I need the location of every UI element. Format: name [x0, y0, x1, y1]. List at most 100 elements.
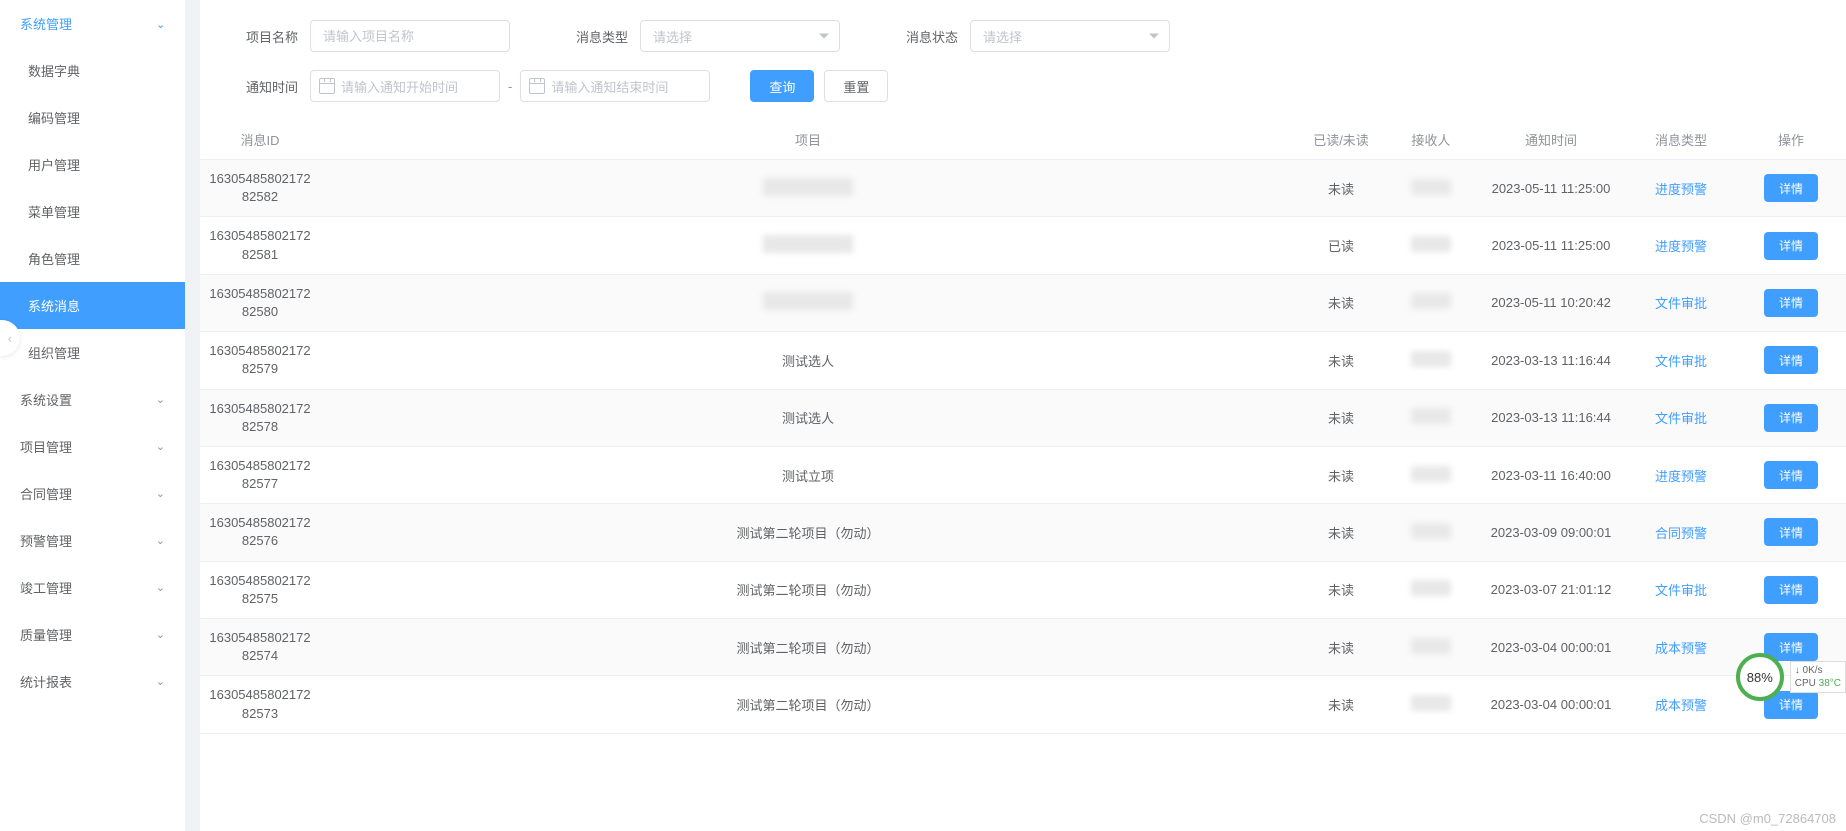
cell-id: 1630548580217282574 [200, 619, 320, 676]
redacted-content [1411, 638, 1451, 654]
table-row: 1630548580217282576测试第二轮项目（勿动）未读2023-03-… [200, 504, 1846, 561]
reset-button[interactable]: 重置 [824, 70, 888, 102]
cell-op: 详情 [1736, 619, 1846, 676]
sidebar-group-system[interactable]: 系统管理 ⌃ [0, 0, 185, 47]
sidebar-group-label: 系统设置 [20, 390, 72, 409]
cell-op: 详情 [1736, 676, 1846, 733]
chevron-down-icon: ⌄ [156, 393, 165, 406]
message-type-link[interactable]: 文件审批 [1655, 296, 1707, 311]
message-type-link[interactable]: 合同预警 [1655, 526, 1707, 541]
message-type-link[interactable]: 文件审批 [1655, 354, 1707, 369]
watermark: CSDN @m0_72864708 [1699, 811, 1836, 826]
message-type-link[interactable]: 进度预警 [1655, 469, 1707, 484]
cell-receiver [1386, 389, 1476, 446]
cell-receiver [1386, 561, 1476, 618]
message-type-link[interactable]: 成本预警 [1655, 698, 1707, 713]
sidebar-item[interactable]: 编码管理 [0, 94, 185, 141]
sidebar-item[interactable]: 用户管理 [0, 141, 185, 188]
sidebar-group[interactable]: 项目管理⌄ [0, 423, 185, 470]
redacted-content [1411, 351, 1451, 367]
chevron-down-icon: ⌄ [156, 487, 165, 500]
cell-time: 2023-03-09 09:00:01 [1476, 504, 1626, 561]
label-type: 消息类型 [550, 27, 640, 46]
sidebar-item-label: 角色管理 [28, 249, 80, 268]
message-type-link[interactable]: 文件审批 [1655, 411, 1707, 426]
cell-type: 文件审批 [1626, 389, 1736, 446]
cell-time: 2023-05-11 11:25:00 [1476, 160, 1626, 217]
cell-type: 进度预警 [1626, 160, 1736, 217]
chevron-down-icon: ⌄ [156, 675, 165, 688]
redacted-content [1411, 466, 1451, 482]
message-status-select[interactable]: 请选择 [970, 20, 1170, 52]
table-row: 1630548580217282579测试选人未读2023-03-13 11:1… [200, 332, 1846, 389]
cell-type: 进度预警 [1626, 446, 1736, 503]
detail-button[interactable]: 详情 [1764, 518, 1818, 546]
query-button[interactable]: 查询 [750, 70, 814, 102]
sidebar-item[interactable]: 系统消息 [0, 282, 185, 329]
cell-project: 测试第二轮项目（勿动） [320, 619, 1296, 676]
detail-button[interactable]: 详情 [1764, 691, 1818, 719]
sidebar-item[interactable]: 菜单管理 [0, 188, 185, 235]
select-placeholder: 请选择 [653, 27, 692, 46]
cell-op: 详情 [1736, 389, 1846, 446]
cell-read-status: 已读 [1296, 217, 1386, 274]
cell-time: 2023-03-13 11:16:44 [1476, 389, 1626, 446]
cell-receiver [1386, 274, 1476, 331]
detail-button[interactable]: 详情 [1764, 404, 1818, 432]
label-project: 项目名称 [220, 27, 310, 46]
sidebar-item[interactable]: 角色管理 [0, 235, 185, 282]
sidebar-group[interactable]: 系统设置 ⌄ [0, 376, 185, 423]
sidebar-item[interactable]: 组织管理 [0, 329, 185, 376]
message-type-link[interactable]: 进度预警 [1655, 239, 1707, 254]
cell-read-status: 未读 [1296, 160, 1386, 217]
sidebar-group[interactable]: 竣工管理 ⌄ [0, 564, 185, 611]
date-placeholder: 请输入通知结束时间 [551, 77, 668, 96]
cell-op: 详情 [1736, 504, 1846, 561]
cell-id: 1630548580217282579 [200, 332, 320, 389]
detail-button[interactable]: 详情 [1764, 174, 1818, 202]
redacted-content [763, 235, 853, 253]
message-type-link[interactable]: 成本预警 [1655, 641, 1707, 656]
cell-receiver [1386, 332, 1476, 389]
cell-id: 1630548580217282577 [200, 446, 320, 503]
message-type-select[interactable]: 请选择 [640, 20, 840, 52]
message-type-link[interactable]: 文件审批 [1655, 583, 1707, 598]
cell-project: 测试选人 [320, 389, 1296, 446]
cell-op: 详情 [1736, 274, 1846, 331]
cell-receiver [1386, 446, 1476, 503]
detail-button[interactable]: 详情 [1764, 232, 1818, 260]
detail-button[interactable]: 详情 [1764, 346, 1818, 374]
table-row: 1630548580217282580未读2023-05-11 10:20:42… [200, 274, 1846, 331]
date-separator: - [508, 79, 512, 94]
cell-op: 详情 [1736, 561, 1846, 618]
detail-button[interactable]: 详情 [1764, 461, 1818, 489]
detail-button[interactable]: 详情 [1764, 289, 1818, 317]
notify-start-date-input[interactable]: 请输入通知开始时间 [310, 70, 500, 102]
cell-op: 详情 [1736, 160, 1846, 217]
sidebar-group-label: 竣工管理 [20, 578, 72, 597]
table-row: 1630548580217282574测试第二轮项目（勿动）未读2023-03-… [200, 619, 1846, 676]
sidebar-group[interactable]: 合同管理 ⌄ [0, 470, 185, 517]
message-type-link[interactable]: 进度预警 [1655, 182, 1707, 197]
detail-button[interactable]: 详情 [1764, 633, 1818, 661]
sidebar-item[interactable]: 数据字典 [0, 47, 185, 94]
sidebar-item-label: 编码管理 [28, 108, 80, 127]
cell-op: 详情 [1736, 332, 1846, 389]
cell-project [320, 160, 1296, 217]
cell-read-status: 未读 [1296, 389, 1386, 446]
col-header-id: 消息ID [200, 120, 320, 160]
cell-type: 文件审批 [1626, 274, 1736, 331]
sidebar-group[interactable]: 预警管理⌄ [0, 517, 185, 564]
cell-id: 1630548580217282573 [200, 676, 320, 733]
select-placeholder: 请选择 [983, 27, 1022, 46]
cell-read-status: 未读 [1296, 676, 1386, 733]
notify-end-date-input[interactable]: 请输入通知结束时间 [520, 70, 710, 102]
chevron-down-icon: ⌄ [156, 440, 165, 453]
project-name-input[interactable] [310, 20, 510, 52]
sidebar-group-label: 合同管理 [20, 484, 72, 503]
chevron-down-icon: ⌄ [156, 581, 165, 594]
detail-button[interactable]: 详情 [1764, 576, 1818, 604]
sidebar-group[interactable]: 质量管理⌄ [0, 611, 185, 658]
sidebar-group[interactable]: 统计报表⌄ [0, 658, 185, 705]
cell-read-status: 未读 [1296, 446, 1386, 503]
